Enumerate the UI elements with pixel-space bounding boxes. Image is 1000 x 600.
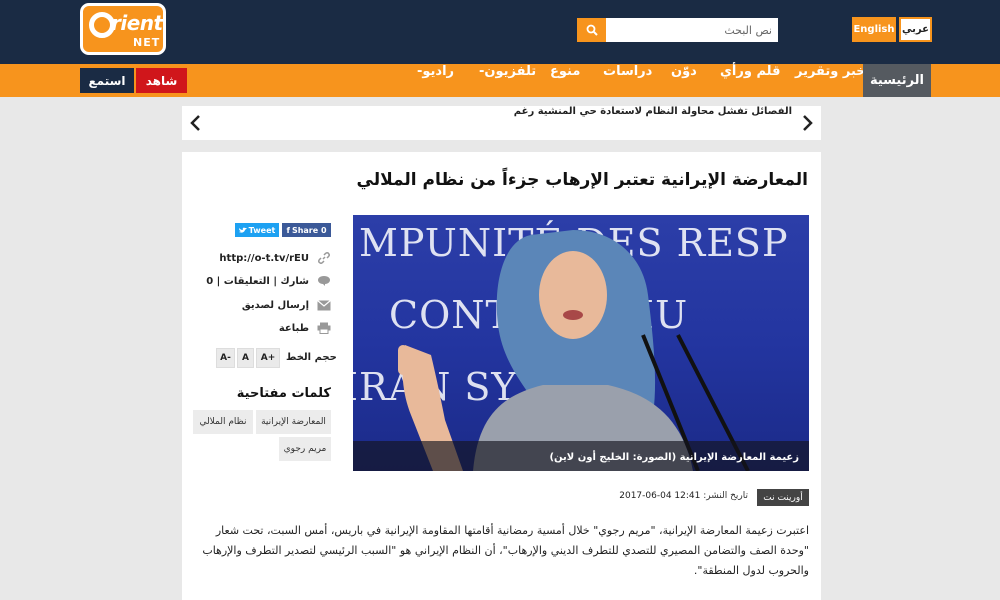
print-icon [317,321,331,335]
publish-date-label: تاريخ النشر: [703,491,748,501]
language-english-button[interactable]: English [852,17,896,42]
source-badge[interactable]: أورينت نت [757,489,809,506]
news-ticker: الفصائل تفشل محاولة النظام لاستعادة حي ا… [182,106,821,140]
print-text[interactable]: طباعة [279,323,309,334]
font-size-label: حجم الخط [286,352,337,363]
twitter-icon [238,227,247,233]
facebook-share-button[interactable]: f Share 0 [282,223,331,237]
chevron-left-icon[interactable] [187,114,205,132]
search-box [577,18,778,42]
send-friend-row[interactable]: إرسال لصديق [242,297,331,313]
search-input[interactable] [606,18,778,42]
twitter-share-button[interactable]: Tweet [235,223,279,237]
font-reset-button[interactable]: A [237,348,254,368]
ticker-headline[interactable]: الفصائل تفشل محاولة النظام لاستعادة حي ا… [512,106,792,140]
nav-item-opinion[interactable]: قلم ورأي [720,64,780,97]
speaker-figure [398,230,750,471]
envelope-icon [317,298,331,312]
chevron-right-icon[interactable] [798,114,816,132]
article-body: اعتبرت زعيمة المعارضة الإيرانية، "مريم ر… [202,524,809,577]
keyword-tag[interactable]: المعارضة الإيرانية [256,410,331,434]
publish-date-value: 2017-06-04 12:41 [619,491,701,501]
article-photo[interactable]: MPUNITÉ DES RESP CONTRE L'HU IRAN SY زعي… [353,215,809,471]
font-increase-button[interactable]: A+ [256,348,280,368]
keyword-tag[interactable]: مريم رجوي [279,437,331,461]
main-nav: استمع شاهد راديو- تلفزيون- منوع دراسات د… [0,64,1000,97]
top-header: rient NET English عربي [0,0,1000,64]
short-link-text[interactable]: http://o-t.tv/rEU [219,253,309,264]
keywords-title: كلمات مفتاحية [236,386,331,401]
photo-caption: زعيمة المعارضة الإيرانية (الصورة: الخليج… [549,452,799,463]
article-title: المعارضة الإيرانية تعتبر الإرهاب جزءاً م… [356,170,808,190]
print-row[interactable]: طباعة [279,320,331,336]
twitter-share-label: Tweet [248,225,276,235]
publish-date: تاريخ النشر: 2017-06-04 12:41 [600,491,748,501]
comments-text[interactable]: شارك | التعليقات | 0 [206,276,309,287]
nav-item-blog[interactable]: دوّن [671,64,697,97]
nav-item-studies[interactable]: دراسات [603,64,652,97]
send-friend-text[interactable]: إرسال لصديق [242,300,309,311]
keyword-tag[interactable]: نظام الملالي [193,410,253,434]
orient-logo[interactable]: rient NET [80,3,166,55]
nav-item-news[interactable]: خبر وتقرير [795,64,866,97]
link-icon [317,251,331,265]
comment-icon [317,274,331,288]
search-button[interactable] [577,18,606,42]
short-link-row[interactable]: http://o-t.tv/rEU [219,250,331,266]
nav-item-home[interactable]: الرئيسية [863,64,931,97]
logo-subtext: NET [133,36,161,49]
comments-row[interactable]: شارك | التعليقات | 0 [206,273,331,289]
search-icon [586,24,598,36]
nav-item-misc[interactable]: منوع [550,64,580,97]
watch-button[interactable]: شاهد [136,68,187,93]
nav-item-tv[interactable]: تلفزيون- [479,64,536,97]
facebook-icon: f [286,225,290,235]
logo-text: rient [111,11,163,35]
font-decrease-button[interactable]: A- [216,348,235,368]
listen-button[interactable]: استمع [80,68,134,93]
language-arabic-button[interactable]: عربي [899,17,932,42]
facebook-share-label: Share 0 [291,225,327,235]
nav-item-radio[interactable]: راديو- [417,64,454,97]
